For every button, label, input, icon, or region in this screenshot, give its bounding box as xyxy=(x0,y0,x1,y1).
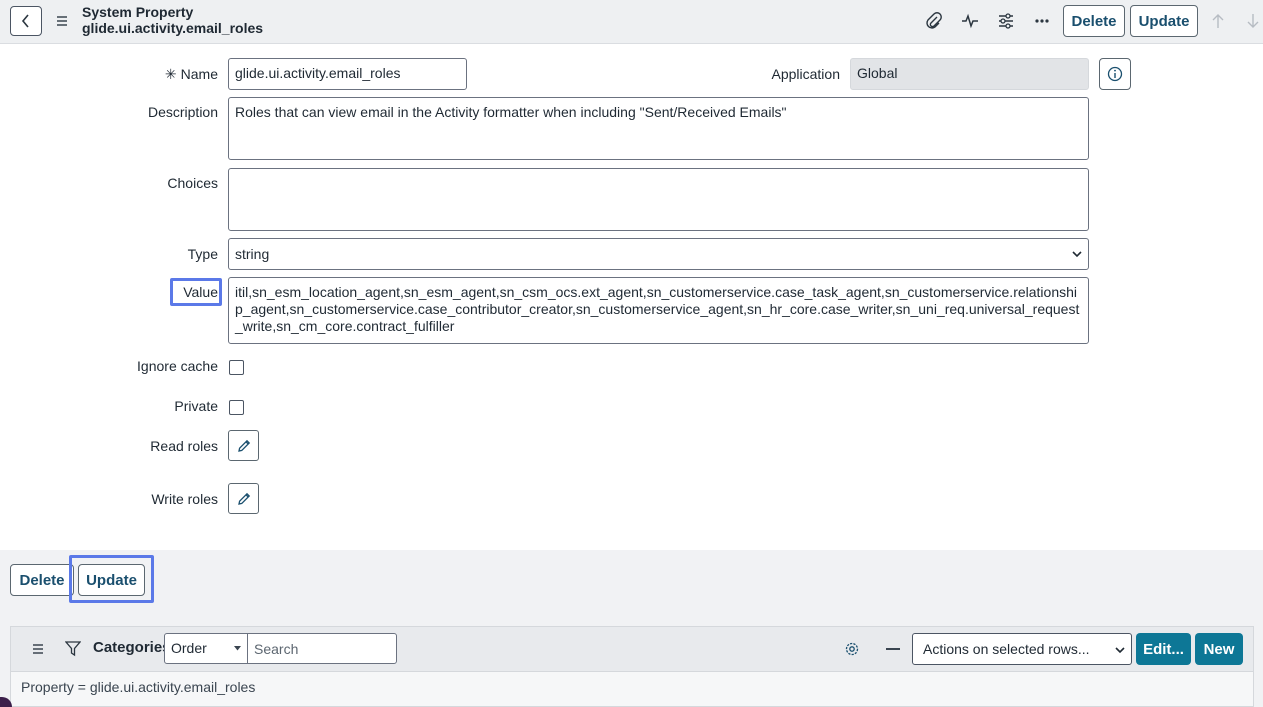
read-roles-edit-button[interactable] xyxy=(228,430,259,461)
header-delete-button[interactable]: Delete xyxy=(1063,5,1125,37)
application-label: Application xyxy=(771,66,841,82)
paperclip-icon[interactable] xyxy=(924,11,944,31)
application-field[interactable]: Global xyxy=(850,58,1089,90)
header-update-button[interactable]: Update xyxy=(1130,5,1198,37)
choices-field[interactable] xyxy=(228,168,1089,231)
write-roles-edit-button[interactable] xyxy=(228,483,259,514)
filter-icon[interactable] xyxy=(64,640,82,658)
back-button[interactable] xyxy=(10,6,42,36)
edit-button[interactable]: Edit... xyxy=(1136,633,1191,665)
back-icon xyxy=(21,14,29,28)
new-button[interactable]: New xyxy=(1195,633,1243,665)
record-type: System Property xyxy=(82,4,194,20)
choices-label: Choices xyxy=(167,175,218,191)
gear-icon[interactable] xyxy=(843,640,861,658)
activity-icon[interactable] xyxy=(960,11,980,31)
related-list-title: Categories xyxy=(93,639,171,656)
form-header: System Property glide.ui.activity.email_… xyxy=(0,0,1263,44)
type-label: Type xyxy=(187,246,218,262)
info-icon xyxy=(1107,66,1123,82)
ignore-cache-checkbox[interactable] xyxy=(229,360,244,375)
chevron-down-icon xyxy=(1115,647,1125,654)
private-label: Private xyxy=(174,398,218,414)
pencil-icon xyxy=(237,439,250,452)
value-field[interactable]: itil,sn_esm_location_agent,sn_esm_agent,… xyxy=(228,277,1089,344)
description-field[interactable]: Roles that can view email in the Activit… xyxy=(228,97,1089,160)
actions-select-value: Actions on selected rows... xyxy=(923,641,1090,657)
menu-icon[interactable] xyxy=(55,14,69,28)
page-title: System Property glide.ui.activity.email_… xyxy=(82,4,263,36)
chevron-down-icon xyxy=(1072,251,1082,258)
related-list-toolbar: Categories Order Search Actions on selec… xyxy=(10,626,1254,672)
pencil-icon xyxy=(237,492,250,505)
name-field[interactable]: glide.ui.activity.email_roles xyxy=(228,58,467,90)
description-label: Description xyxy=(147,104,218,120)
ignore-cache-label: Ignore cache xyxy=(137,358,218,374)
application-info-button[interactable] xyxy=(1099,58,1131,90)
order-select-value: Order xyxy=(171,640,207,656)
arrow-down-icon[interactable] xyxy=(1243,11,1263,31)
read-roles-label: Read roles xyxy=(150,438,218,454)
order-select[interactable]: Order xyxy=(164,633,248,664)
more-icon[interactable] xyxy=(1032,11,1052,31)
related-list-menu-icon[interactable] xyxy=(31,642,45,656)
related-list-search-input[interactable]: Search xyxy=(247,633,397,664)
settings-sliders-icon[interactable] xyxy=(996,11,1016,31)
write-roles-label: Write roles xyxy=(151,491,218,507)
required-mark: ✳ xyxy=(164,66,177,82)
collapse-icon[interactable] xyxy=(886,648,900,650)
value-label: Value xyxy=(183,284,218,300)
type-select[interactable]: string xyxy=(228,238,1089,270)
actions-select[interactable]: Actions on selected rows... xyxy=(912,633,1132,665)
caret-down-icon xyxy=(234,646,241,651)
name-label: ✳ Name xyxy=(164,66,218,82)
footer-update-button[interactable]: Update xyxy=(78,564,145,596)
footer-delete-button[interactable]: Delete xyxy=(10,564,74,596)
related-list-filter-breadcrumb[interactable]: Property = glide.ui.activity.email_roles xyxy=(10,671,1254,707)
type-select-value: string xyxy=(235,246,270,262)
private-checkbox[interactable] xyxy=(229,400,244,415)
record-name: glide.ui.activity.email_roles xyxy=(82,20,264,36)
arrow-up-icon[interactable] xyxy=(1208,11,1228,31)
